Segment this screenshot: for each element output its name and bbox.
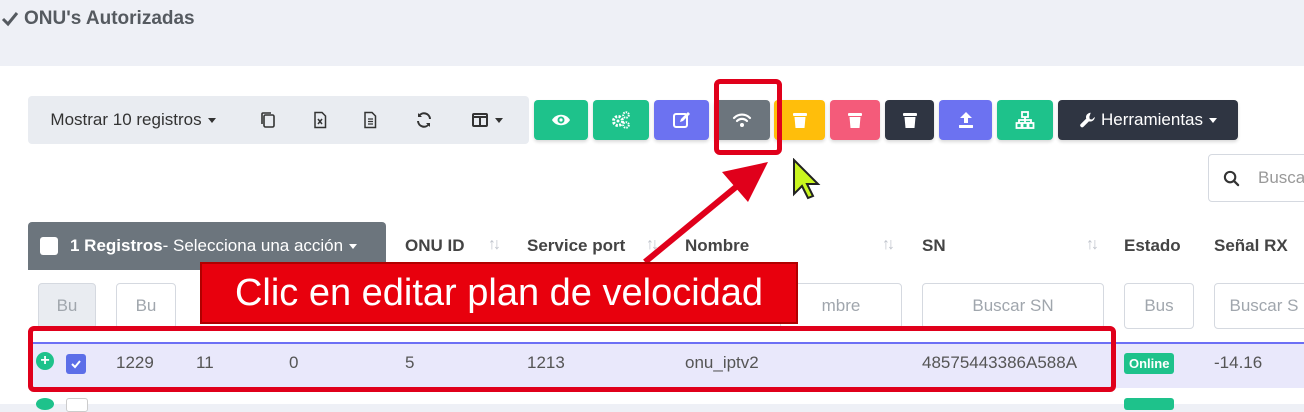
document-icon	[364, 111, 377, 129]
filter-placeholder: Buscar SN	[972, 296, 1054, 315]
highlight-box-row	[28, 326, 1116, 392]
caret-down-icon	[207, 117, 216, 123]
header-sn-label: SN	[922, 236, 946, 255]
expand-row-icon[interactable]	[36, 398, 54, 410]
edit-icon	[672, 112, 690, 128]
upload-icon	[958, 112, 973, 128]
sort-icon[interactable]: ↑↓	[646, 236, 659, 254]
trash-icon	[848, 113, 862, 128]
mouse-cursor-icon	[793, 158, 821, 200]
network-button[interactable]	[997, 100, 1053, 140]
header-nombre-label: Nombre	[685, 236, 750, 255]
filter-placeholder: Bu	[56, 296, 78, 315]
caret-down-icon	[495, 117, 503, 123]
status-badge: Online	[1124, 353, 1175, 374]
header-onu-id-label: ONU ID	[405, 236, 465, 255]
trash-icon	[792, 113, 807, 128]
trash-icon	[902, 113, 917, 128]
caret-down-icon	[1209, 117, 1218, 123]
sitemap-icon	[1015, 111, 1035, 129]
status-badge	[1124, 398, 1174, 410]
show-records-label: Mostrar 10 registros	[50, 110, 202, 129]
header-estado[interactable]: Estado	[1124, 222, 1181, 270]
csv-button[interactable]	[352, 96, 388, 144]
header-service-port-label: Service port	[527, 236, 626, 255]
copy-button[interactable]	[250, 96, 286, 144]
delete-button-dark[interactable]	[885, 100, 934, 140]
refresh-icon	[417, 112, 431, 128]
edit-button[interactable]	[654, 100, 709, 140]
refresh-button[interactable]	[406, 96, 442, 144]
sort-icon[interactable]: ↑↓	[882, 236, 895, 254]
sort-icon[interactable]: ↑↓	[488, 236, 501, 254]
copy-icon	[261, 112, 275, 128]
configure-button[interactable]	[593, 100, 649, 140]
page-title-text: ONU's Autorizadas	[24, 8, 195, 29]
header-sn[interactable]: SN	[922, 222, 946, 270]
filter-input[interactable]: Bu	[116, 283, 176, 329]
header-estado-label: Estado	[1124, 236, 1181, 255]
select-all-checkbox[interactable]	[40, 237, 58, 255]
page-title: ONU's Autorizadas	[0, 8, 195, 30]
filter-placeholder: Bus	[1144, 296, 1174, 315]
row-checkbox[interactable]	[66, 398, 88, 412]
cell-senal-rx: -14.16	[1214, 353, 1263, 372]
highlight-box-button	[714, 79, 782, 155]
filter-sn-input[interactable]: Buscar SN	[922, 283, 1104, 329]
tools-label: Herramientas	[1100, 110, 1204, 129]
filter-placeholder: Bu	[135, 296, 157, 315]
selection-count: 1 Registros	[70, 236, 163, 255]
search-placeholder: Busca	[1258, 168, 1304, 187]
eye-icon	[552, 114, 570, 126]
sort-icon[interactable]: ↑↓	[1086, 236, 1099, 254]
search-input[interactable]: Busca	[1208, 154, 1304, 202]
search-icon	[1223, 170, 1240, 186]
selection-action-label: - Selecciona una acción	[162, 236, 344, 255]
check-icon	[1, 12, 19, 27]
wrench-icon	[1080, 112, 1095, 128]
view-button[interactable]	[534, 100, 588, 140]
filter-estado-input[interactable]: Bus	[1124, 283, 1194, 329]
filter-placeholder: mbre	[821, 296, 861, 315]
tools-dropdown-button[interactable]: Herramientas	[1058, 100, 1238, 140]
show-records-dropdown[interactable]: Mostrar 10 registros	[28, 96, 238, 144]
delete-button-pink[interactable]	[830, 100, 880, 140]
caret-down-icon	[349, 243, 358, 249]
excel-file-icon	[314, 111, 327, 129]
columns-icon	[472, 113, 488, 127]
header-senal-rx-label: Señal RX	[1214, 236, 1288, 255]
header-senal-rx[interactable]: Señal RX	[1214, 222, 1288, 270]
cogs-icon	[612, 111, 630, 129]
filter-senal-input[interactable]: Buscar S	[1214, 283, 1304, 329]
annotation-text: Clic en editar plan de velocidad	[234, 271, 764, 314]
filter-placeholder: Buscar S	[1229, 296, 1299, 315]
upload-button[interactable]	[939, 100, 992, 140]
excel-button[interactable]	[302, 96, 338, 144]
filter-nombre-input[interactable]: mbre	[780, 283, 902, 329]
annotation-label: Clic en editar plan de velocidad	[200, 262, 798, 324]
filter-input[interactable]: Bu	[38, 283, 96, 329]
columns-dropdown[interactable]	[460, 96, 514, 144]
datatable-toolbar: Mostrar 10 registros	[28, 96, 529, 144]
